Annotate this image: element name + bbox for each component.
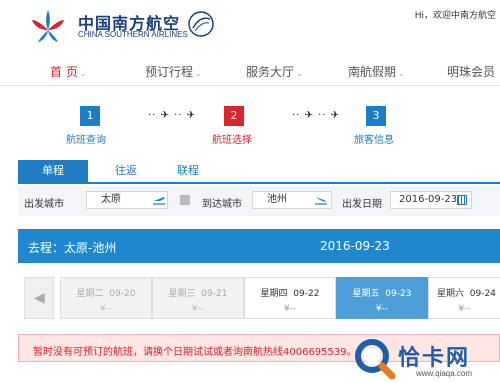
date-option-0920: 星期二 09-20 ¥-- [60, 277, 152, 319]
date-option-price: ¥-- [283, 304, 297, 314]
from-city-label: 出发城市 [24, 199, 64, 210]
date-option-label: 星期三 09-21 [168, 289, 228, 299]
booking-steps: 1 航班查询 ·· ✈ ·· ✈ 2 航班选择 ·· ✈ ·· ✈ 3 旅客信息 [0, 98, 500, 148]
to-city-label: 到达城市 [202, 199, 242, 210]
flight-search-bar: 出发城市 太原 到达城市 池州 出发日期 2016-09-23 [18, 186, 500, 216]
step-3-badge: 3 [366, 106, 386, 126]
date-selector: ◀ 星期二 09-20 ¥-- 星期三 09-21 ¥-- 星期四 09-22 … [18, 276, 500, 320]
date-option-price: ¥-- [458, 304, 471, 314]
step-1-badge: 1 [80, 106, 100, 126]
nav-member-label: 明珠会员 [447, 65, 496, 79]
step-3-label: 旅客信息 [354, 135, 394, 146]
site-watermark: 恰卡网 www.qiaqa.com [352, 336, 500, 383]
trip-type-tabs: 单程 往返 联程 [18, 160, 500, 184]
route-title: 去程：太原-池州 [28, 241, 117, 255]
takeoff-icon [153, 197, 165, 205]
nav-service[interactable]: 服务大厅 ⌄ [246, 63, 303, 80]
departure-date-label: 出发日期 [342, 199, 382, 210]
date-option-0922[interactable]: 星期四 09-22 ¥-- [244, 277, 336, 319]
tab-multi-city[interactable]: 联程 [160, 160, 216, 182]
tab-one-way[interactable]: 单程 [18, 160, 88, 182]
previous-dates-button[interactable]: ◀ [24, 277, 54, 319]
nav-holidays[interactable]: 南航假期 ⌄ [348, 63, 405, 80]
user-greeting: Hi，欢迎中南方航空 [414, 11, 496, 21]
notice-text: 暂时没有可预订的航班，请换个日期试试或者询南航热线4006695539。 [33, 347, 357, 358]
skyteam-logo-icon [188, 11, 214, 37]
chevron-left-icon: ◀ [34, 290, 45, 306]
route-date: 2016-09-23 [320, 239, 390, 253]
route-bar: 去程：太原-池州 2016-09-23 [18, 229, 500, 263]
brand-name-en: CHINA SOUTHERN AIRLINES [78, 30, 188, 39]
step-2-label: 航班选择 [212, 135, 252, 146]
nav-home[interactable]: 首 页 ⌄ [50, 63, 87, 80]
chevron-down-icon: ⌄ [398, 69, 405, 78]
swap-cities-icon[interactable] [180, 195, 190, 205]
step-1-label: 航班查询 [66, 135, 106, 146]
date-option-price: ¥-- [375, 304, 389, 314]
date-option-price: ¥-- [191, 304, 205, 314]
header: 中国南方航空 CHINA SOUTHERN AIRLINES Hi，欢迎中南方航… [0, 0, 500, 54]
nav-home-label: 首 页 [50, 65, 78, 79]
step-arrow-2: ·· ✈ ·· ✈ [292, 110, 341, 121]
step-arrow-1: ·· ✈ ·· ✈ [148, 110, 197, 121]
nav-service-label: 服务大厅 [246, 65, 295, 79]
nav-member[interactable]: 明珠会员 [447, 63, 495, 80]
nav-holidays-label: 南航假期 [348, 65, 397, 79]
chevron-down-icon: ⌄ [195, 69, 202, 78]
tab-round-trip[interactable]: 往返 [98, 160, 154, 182]
date-option-0923-selected[interactable]: 星期五 09-23 ¥-- [336, 277, 428, 319]
chevron-down-icon: ⌄ [296, 69, 303, 78]
step-2-badge: 2 [224, 106, 244, 126]
nav-booking[interactable]: 预订行程 ⌄ [145, 63, 202, 80]
magnifier-logo-icon [355, 339, 396, 380]
main-nav: 首 页 ⌄ 预订行程 ⌄ 服务大厅 ⌄ 南航假期 ⌄ 明珠会员 [0, 56, 500, 86]
kapok-logo-icon[interactable] [28, 6, 68, 46]
watermark-url: www.qiaqa.com [416, 369, 473, 378]
date-option-label: 星期六 09-24 [437, 289, 496, 299]
date-option-label: 星期四 09-22 [260, 289, 320, 299]
date-option-price: ¥-- [99, 304, 113, 314]
date-option-label: 星期二 09-20 [76, 289, 136, 299]
date-option-0921: 星期三 09-21 ¥-- [152, 277, 244, 319]
date-option-label: 星期五 09-23 [352, 289, 412, 299]
date-option-0924[interactable]: 星期六 09-24 ¥-- [428, 277, 500, 319]
watermark-text: 恰卡网 [398, 346, 471, 371]
nav-booking-label: 预订行程 [145, 65, 194, 79]
calendar-icon[interactable] [457, 195, 467, 205]
landing-icon [315, 197, 327, 205]
chevron-down-icon: ⌄ [79, 69, 87, 78]
